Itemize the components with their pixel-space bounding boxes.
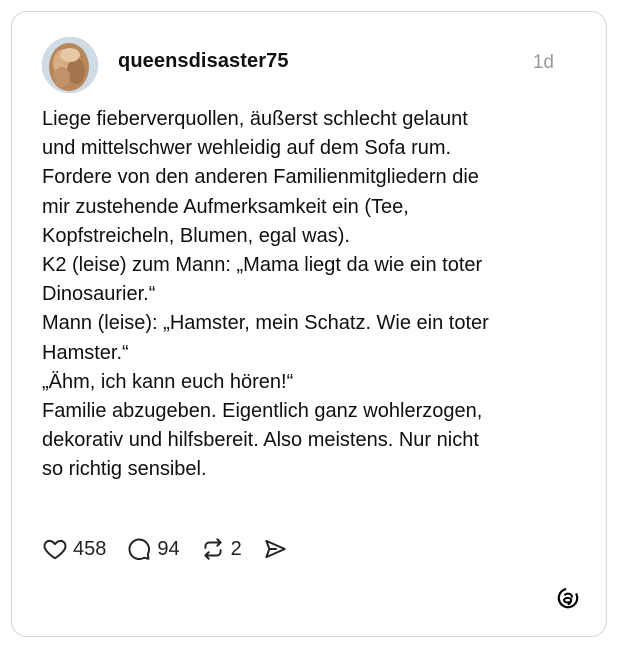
post-text-line: Liege fieberverquollen, äußerst schlecht…: [42, 108, 468, 130]
like-button[interactable]: 458: [42, 536, 106, 562]
post-text-line: Kopfstreicheln, Blumen, egal was).: [42, 224, 350, 247]
post-actions: 458 94 2: [42, 534, 308, 564]
post-text-line: Hamster.“: [42, 341, 129, 364]
post-text-line: so richtig sensibel.: [42, 458, 207, 481]
send-icon: [265, 539, 286, 559]
repost-icon: [204, 538, 222, 560]
heart-icon: [43, 539, 67, 560]
post-text-line: Fordere von den anderen Familienmitglied…: [42, 166, 479, 189]
post-text: Liege fieberverquollen, äußerst schlecht…: [42, 105, 582, 485]
reply-button[interactable]: 94: [126, 536, 180, 562]
share-button[interactable]: [262, 536, 288, 562]
repost-count: 2: [230, 537, 242, 560]
avatar[interactable]: [42, 37, 98, 93]
repost-button[interactable]: 2: [200, 536, 242, 562]
post-text-line: mir zustehende Aufmerksamkeit ein (Tee,: [42, 195, 409, 218]
post-text-line: Familie abzugeben. Eigentlich ganz wohle…: [42, 400, 483, 423]
post-text-line: Dinosaurier.“: [42, 283, 156, 306]
threads-logo-icon: [556, 586, 580, 610]
post-card: queensdisaster75 1d Liege fieberverquoll…: [11, 11, 607, 637]
post-text-line: Mann (leise): „Hamster, mein Schatz. Wie…: [42, 312, 489, 335]
post-timestamp: 1d: [532, 52, 554, 73]
reply-count: 94: [157, 537, 180, 560]
post-text-line: K2 (leise) zum Mann: „Mama liegt da wie …: [42, 254, 483, 277]
username[interactable]: queensdisaster75: [118, 50, 289, 73]
comment-icon: [128, 538, 151, 560]
avatar-image: [42, 37, 98, 93]
post-text-line: „Ähm, ich kann euch hören!“: [42, 370, 294, 393]
post-text-line: und mittelschwer wehleidig auf dem Sofa …: [42, 137, 452, 160]
like-count: 458: [73, 537, 107, 560]
post-text-line: dekorativ und hilfsbereit. Also meistens…: [42, 429, 479, 452]
